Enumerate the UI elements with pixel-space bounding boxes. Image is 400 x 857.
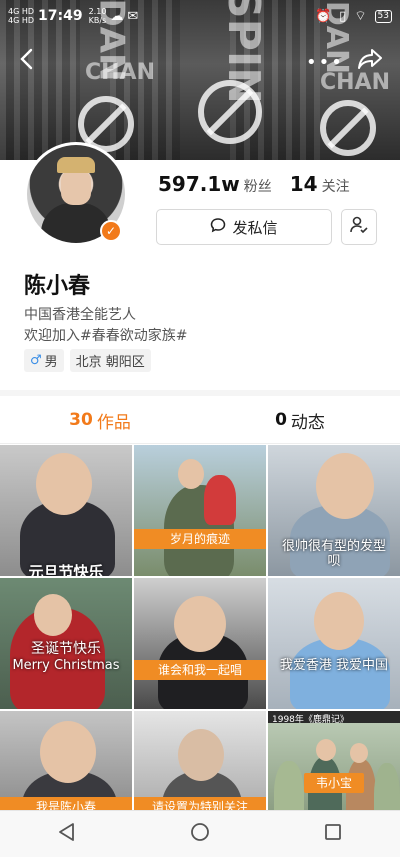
video-caption: 谁会和我一起唱 (134, 660, 266, 680)
video-caption: 元旦节快乐 (28, 563, 104, 576)
cloud-icon: ☁ (110, 8, 124, 24)
video-caption: 很帅很有型的发型呗 (282, 539, 387, 569)
followers-count[interactable]: 597.1w (158, 172, 240, 196)
status-time: 17:49 (38, 8, 83, 24)
profile-stats: 597.1w 粉丝 14 关注 (158, 172, 364, 196)
profile-name: 陈小春 (24, 274, 91, 299)
network-speed: 2.10 KB/s (88, 7, 107, 25)
system-nav-bar (0, 810, 400, 857)
wifi-icon: ⌔ (354, 9, 367, 24)
profile-page: DAN CHAN SPIN DAN CHAN 4G HD 4G HD 17:49 … (0, 0, 400, 857)
vibrate-icon: ▯ (339, 8, 347, 24)
content-tabs: 30 作品 0 动态 (0, 396, 400, 444)
tab-moments-count: 0 (275, 410, 287, 430)
nav-back-icon[interactable] (56, 821, 78, 847)
following-label[interactable]: 关注 (322, 176, 350, 196)
video-grid: 元旦节快乐 岁月的痕迹 很帅很有型的发型呗 圣诞节快乐 Merry Christ… (0, 445, 400, 810)
chat-bubble-icon (210, 217, 226, 237)
send-message-label: 发私信 (232, 218, 278, 237)
video-caption: 圣诞节快乐 (31, 641, 101, 657)
video-caption: 我爱香港 我爱中国 (279, 658, 389, 673)
profile-description: 中国香港全能艺人 (24, 307, 136, 323)
more-dots-icon[interactable]: ••• (306, 52, 344, 73)
tab-moments-label: 动态 (290, 412, 325, 433)
share-icon[interactable] (356, 46, 384, 72)
video-top-text: 1998年《鹿鼎记》 (272, 715, 349, 725)
followers-label[interactable]: 粉丝 (244, 176, 272, 196)
profile-tags: ♂ 男 北京 朝阳区 (24, 349, 151, 372)
video-thumbnail[interactable]: 岁月的痕迹 (134, 445, 266, 576)
gender-label: 男 (44, 355, 58, 370)
video-thumbnail[interactable]: 1998年《鹿鼎记》 韦小宝 (268, 711, 400, 810)
video-thumbnail[interactable]: 我是陈小春 (0, 711, 132, 810)
notification-icon: ✉ (127, 8, 139, 24)
video-caption: 我是陈小春 (0, 797, 132, 810)
tab-moments[interactable]: 0 动态 (200, 396, 400, 444)
video-caption: 韦小宝 (304, 773, 364, 793)
video-thumbnail[interactable]: 谁会和我一起唱 (134, 578, 266, 709)
following-count[interactable]: 14 (290, 172, 318, 196)
back-arrow-icon[interactable] (14, 46, 40, 72)
send-message-button[interactable]: 发私信 (156, 209, 332, 245)
video-thumbnail[interactable]: 圣诞节快乐 Merry Christmas (0, 578, 132, 709)
nav-home-icon[interactable] (189, 821, 211, 847)
verified-badge-icon: ✓ (100, 220, 122, 242)
tab-underline (0, 443, 400, 444)
user-check-icon (349, 215, 369, 239)
male-icon: ♂ (30, 353, 42, 368)
video-thumbnail[interactable]: 请设置为特别关注 (134, 711, 266, 810)
nav-recents-icon[interactable] (322, 821, 344, 847)
status-bar: 4G HD 4G HD 17:49 2.10 KB/s ☁ ✉ ⏰ ▯ ⌔ 53 (0, 0, 400, 32)
battery-indicator: 53 (374, 9, 392, 23)
tab-works-count: 30 (69, 410, 93, 430)
followed-button[interactable] (341, 209, 377, 245)
video-caption: 请设置为特别关注 (134, 797, 266, 810)
video-caption-secondary: Merry Christmas (12, 658, 120, 673)
video-caption: 岁月的痕迹 (134, 529, 266, 549)
video-thumbnail[interactable]: 元旦节快乐 (0, 445, 132, 576)
video-thumbnail[interactable]: 我爱香港 我爱中国 (268, 578, 400, 709)
gender-tag: ♂ 男 (24, 349, 64, 372)
profile-bio[interactable]: 欢迎加入#春春欲动家族# (24, 325, 187, 345)
tab-works[interactable]: 30 作品 (0, 396, 200, 444)
signal-indicator: 4G HD 4G HD (8, 7, 35, 25)
tab-works-label: 作品 (96, 412, 131, 433)
alarm-icon: ⏰ (314, 8, 332, 24)
video-thumbnail[interactable]: 很帅很有型的发型呗 (268, 445, 400, 576)
location-tag: 北京 朝阳区 (69, 349, 151, 372)
